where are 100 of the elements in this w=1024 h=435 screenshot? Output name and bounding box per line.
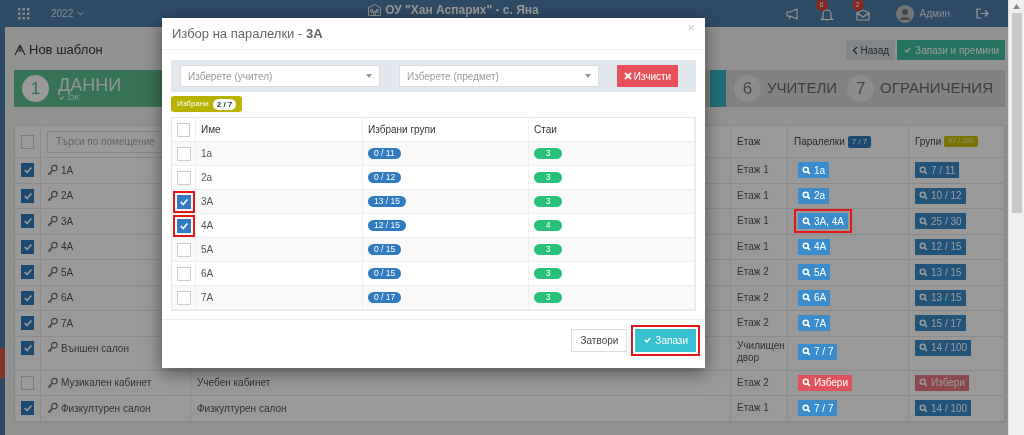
key-icon bbox=[47, 240, 58, 253]
save-button[interactable]: Запази bbox=[635, 328, 696, 352]
floor-cell-text: Етаж 2 bbox=[737, 376, 770, 389]
checkbox[interactable] bbox=[21, 239, 34, 254]
column-header: Избрани групи bbox=[368, 123, 436, 137]
school-building-icon bbox=[368, 4, 382, 16]
check-icon bbox=[903, 46, 913, 54]
check-icon bbox=[58, 94, 66, 101]
view-button[interactable]: 13 / 15 bbox=[915, 289, 966, 306]
checkbox[interactable] bbox=[176, 242, 191, 257]
search-icon bbox=[802, 267, 811, 277]
search-icon bbox=[919, 267, 928, 277]
view-button[interactable]: 14 / 100 bbox=[915, 400, 972, 417]
checkbox[interactable] bbox=[176, 170, 191, 185]
clear-button[interactable]: Изчисти bbox=[617, 65, 678, 87]
view-button[interactable]: 2а bbox=[798, 187, 830, 204]
scrollbar[interactable] bbox=[1008, 0, 1024, 435]
checkbox[interactable] bbox=[176, 266, 191, 281]
save-next-button[interactable]: Запази и премини bbox=[897, 40, 1005, 60]
checkbox[interactable] bbox=[176, 146, 191, 161]
key-icon bbox=[47, 402, 58, 415]
rooms-pill: 3 bbox=[534, 292, 562, 303]
view-button[interactable]: Избери bbox=[915, 374, 969, 391]
floor-cell-text: Етаж 2 bbox=[737, 291, 770, 304]
key-icon bbox=[47, 317, 58, 330]
search-icon bbox=[919, 165, 928, 175]
view-button[interactable]: 7 / 7 bbox=[798, 343, 838, 360]
view-button[interactable]: 25 / 30 bbox=[915, 213, 966, 230]
checkbox[interactable] bbox=[21, 163, 34, 178]
check-icon bbox=[178, 196, 189, 207]
view-button[interactable]: 3А, 4А bbox=[798, 213, 849, 230]
avatar-icon bbox=[895, 4, 914, 23]
bell-icon bbox=[819, 8, 834, 21]
view-button[interactable]: Избери bbox=[798, 374, 852, 391]
checkbox[interactable] bbox=[21, 316, 34, 331]
view-button[interactable]: 12 / 15 bbox=[915, 238, 966, 255]
class-name: 5А bbox=[201, 243, 214, 257]
search-icon bbox=[919, 318, 928, 328]
view-button[interactable]: 5А bbox=[798, 264, 831, 281]
checkbox[interactable] bbox=[21, 290, 34, 305]
groups-pill: 0 / 11 bbox=[368, 148, 401, 159]
view-button[interactable]: 7 / 11 bbox=[915, 162, 960, 179]
year-dropdown[interactable]: 2022 bbox=[51, 6, 85, 21]
column-header: Етаж bbox=[737, 135, 761, 149]
search-icon bbox=[802, 378, 811, 388]
view-button[interactable]: 10 / 12 bbox=[915, 187, 966, 204]
checkbox[interactable] bbox=[21, 265, 34, 280]
floor-cell-text: Етаж 1 bbox=[737, 189, 770, 202]
school-name: ОУ "Хан Аспарих" - с. Яна bbox=[385, 3, 539, 17]
checkbox[interactable] bbox=[21, 188, 34, 203]
close-button[interactable]: Затвори bbox=[571, 328, 628, 352]
groups-pill: 12 / 15 bbox=[368, 220, 406, 231]
checkbox[interactable] bbox=[21, 134, 34, 149]
step-label: ОГРАНИЧЕНИЯ bbox=[880, 78, 993, 99]
floor-cell-text: Етаж 1 bbox=[737, 215, 770, 228]
view-button[interactable]: 7 / 7 bbox=[798, 400, 838, 417]
view-button[interactable]: 14 / 100 bbox=[915, 339, 972, 356]
view-button[interactable]: 15 / 17 bbox=[915, 315, 966, 332]
select-field[interactable]: Изберете (предмет) bbox=[399, 65, 599, 87]
step-label: ДАННИ bbox=[58, 75, 122, 94]
search-icon bbox=[802, 318, 811, 328]
view-button[interactable]: 6А bbox=[798, 289, 831, 306]
select-field[interactable]: Изберете (учител) bbox=[180, 65, 380, 87]
floor-cell-text: Етаж 1 bbox=[737, 164, 770, 177]
search-icon bbox=[802, 191, 811, 201]
check-icon bbox=[22, 292, 33, 303]
floor-cell-text: Етаж 2 bbox=[737, 266, 770, 279]
wizard-step[interactable]: 7 ОГРАНИЧЕНИЯ bbox=[839, 70, 995, 107]
room-type: Учебен кабинет bbox=[197, 376, 271, 391]
check-icon bbox=[22, 216, 33, 227]
checkbox[interactable] bbox=[176, 290, 191, 305]
search-icon bbox=[802, 216, 811, 226]
scroll-up-icon[interactable] bbox=[1013, 4, 1020, 9]
view-button[interactable]: 4А bbox=[798, 238, 831, 255]
user-name[interactable]: Админ bbox=[919, 6, 950, 21]
back-button[interactable]: Назад bbox=[846, 40, 896, 60]
caret-icon bbox=[366, 74, 372, 78]
chevron-down-icon bbox=[77, 11, 85, 16]
checkbox[interactable] bbox=[21, 401, 34, 416]
rooms-pill: 3 bbox=[534, 172, 562, 183]
view-button[interactable]: 1а bbox=[798, 162, 830, 179]
view-button[interactable]: 7А bbox=[798, 315, 831, 332]
class-name: 2а bbox=[201, 171, 213, 185]
megaphone-icon bbox=[785, 7, 800, 20]
checkbox[interactable] bbox=[177, 122, 190, 137]
wizard-step[interactable]: 6 УЧИТЕЛИ bbox=[726, 70, 840, 107]
room-name: 6А bbox=[61, 291, 74, 306]
checkbox[interactable] bbox=[21, 375, 34, 390]
check-icon bbox=[22, 267, 33, 278]
close-button[interactable]: × bbox=[687, 17, 695, 38]
check-icon bbox=[22, 190, 33, 201]
caret-icon bbox=[585, 74, 591, 78]
room-name: 5А bbox=[61, 265, 74, 280]
view-button[interactable]: 13 / 15 bbox=[915, 264, 966, 281]
dialog-title: Избор на паралелки - 3А bbox=[172, 24, 323, 43]
class-name: 1а bbox=[201, 147, 213, 161]
checkbox[interactable] bbox=[21, 214, 34, 229]
search-icon bbox=[802, 347, 811, 356]
checkbox[interactable] bbox=[21, 340, 34, 355]
check-icon bbox=[22, 342, 33, 353]
